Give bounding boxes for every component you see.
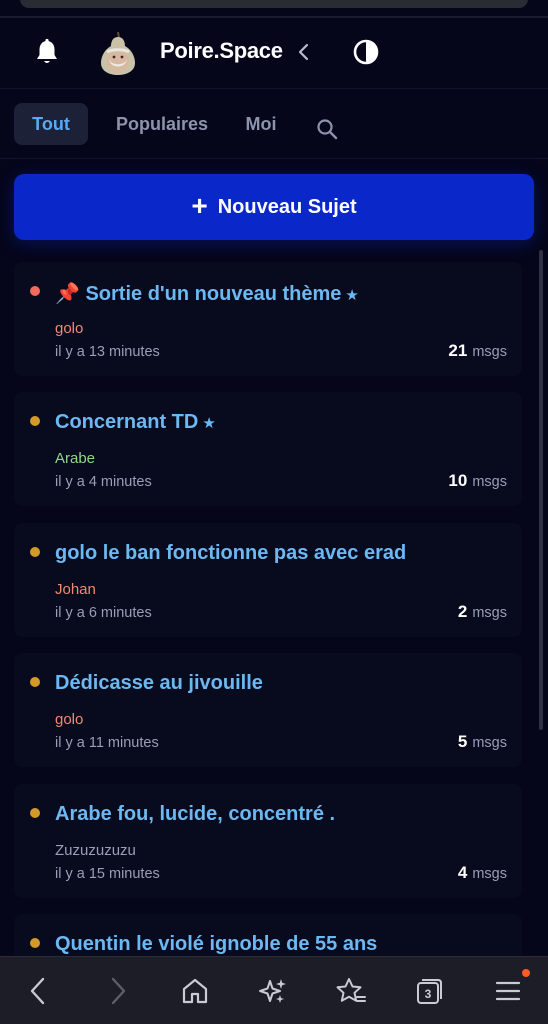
topic-title-text: Dédicasse au jivouille: [55, 672, 263, 694]
topic-title-text: Arabe fou, lucide, concentré .: [55, 803, 336, 825]
message-count-unit: msgs: [472, 866, 507, 882]
topic-title[interactable]: golo le ban fonctionne pas avec erad: [55, 542, 406, 565]
message-count: 4 msgs: [458, 863, 507, 883]
message-count: 10 msgs: [448, 471, 507, 491]
bell-icon[interactable]: [34, 38, 60, 66]
star-icon: ★: [345, 287, 359, 304]
topic-row[interactable]: golo le ban fonctionne pas avec erad Joh…: [14, 523, 522, 637]
browser-bottom-nav: 3: [0, 956, 548, 1024]
topic-title[interactable]: Quentin le violé ignoble de 55 ans: [55, 933, 377, 956]
message-count-unit: msgs: [472, 735, 507, 751]
message-count-number: 5: [457, 732, 468, 751]
star-icon: ★: [202, 415, 216, 432]
menu-icon[interactable]: [491, 974, 525, 1008]
scrollbar[interactable]: [539, 250, 543, 730]
topic-author[interactable]: golo: [55, 320, 83, 337]
topic-row[interactable]: Arabe fou, lucide, concentré . Zuzuzuzuz…: [14, 784, 522, 898]
message-count-unit: msgs: [472, 344, 507, 360]
forward-icon[interactable]: [101, 974, 135, 1008]
topic-title[interactable]: Arabe fou, lucide, concentré .: [55, 803, 335, 826]
home-icon[interactable]: [178, 974, 212, 1008]
topic-author[interactable]: Johan: [55, 581, 96, 598]
sparkle-icon[interactable]: [256, 974, 290, 1008]
pin-icon: 📌: [55, 283, 80, 305]
divider: [0, 88, 548, 89]
topic-title[interactable]: 📌 Sortie d'un nouveau thème ★: [55, 281, 359, 306]
message-count-number: 4: [457, 863, 468, 882]
new-topic-label: Nouveau Sujet: [217, 195, 357, 218]
topic-title-text: golo le ban fonctionne pas avec erad: [55, 542, 407, 564]
site-title[interactable]: Poire.Space: [160, 38, 283, 64]
message-count-unit: msgs: [472, 605, 507, 621]
chevron-left-icon[interactable]: [296, 42, 312, 62]
topic-title-text: Sortie d'un nouveau thème: [85, 283, 342, 305]
message-count-number: 21: [448, 341, 468, 360]
plus-icon: +: [191, 190, 208, 221]
topic-title[interactable]: Dédicasse au jivouille: [55, 672, 263, 695]
topic-title-text: Quentin le violé ignoble de 55 ans: [55, 933, 378, 955]
topic-row[interactable]: Concernant TD ★ Arabe il y a 4 minutes 10…: [14, 392, 522, 506]
tabs-icon[interactable]: 3: [412, 974, 446, 1008]
topic-time: il y a 4 minutes: [55, 474, 152, 490]
notification-dot: [522, 969, 530, 977]
status-dot: [30, 677, 40, 687]
page: Poire.Space Tout Populaires Moi + Nouvea…: [0, 0, 548, 1024]
message-count: 2 msgs: [458, 602, 507, 622]
pear-avatar[interactable]: [98, 28, 138, 76]
status-dot: [30, 416, 40, 426]
message-count: 21 msgs: [448, 341, 507, 361]
tab-popular[interactable]: Populaires: [106, 103, 218, 145]
back-icon[interactable]: [21, 974, 55, 1008]
message-count-number: 2: [457, 602, 468, 621]
new-topic-button[interactable]: + Nouveau Sujet: [14, 174, 534, 240]
status-dot: [30, 938, 40, 948]
message-count: 5 msgs: [458, 732, 507, 752]
topic-author[interactable]: golo: [55, 711, 83, 728]
topic-time: il y a 15 minutes: [55, 866, 160, 882]
topic-author[interactable]: Zuzuzuzuzu: [55, 842, 136, 859]
favorites-icon[interactable]: [334, 974, 368, 1008]
status-dot: [30, 547, 40, 557]
search-icon[interactable]: [312, 113, 342, 140]
tab-me[interactable]: Moi: [236, 103, 286, 145]
status-dot: [30, 808, 40, 818]
topic-time: il y a 11 minutes: [55, 735, 159, 751]
topic-time: il y a 13 minutes: [55, 344, 160, 360]
topic-row[interactable]: Dédicasse au jivouille golo il y a 11 mi…: [14, 653, 522, 767]
message-count-number: 10: [448, 471, 468, 490]
tab-count: 3: [425, 987, 432, 1001]
divider: [0, 158, 548, 159]
tab-all[interactable]: Tout: [14, 103, 88, 145]
theme-toggle-icon[interactable]: [352, 38, 380, 66]
topic-time: il y a 6 minutes: [55, 605, 152, 621]
topic-title-text: Concernant TD: [55, 411, 199, 433]
message-count-unit: msgs: [472, 474, 507, 490]
status-dot: [30, 286, 40, 296]
topic-title[interactable]: Concernant TD ★: [55, 411, 216, 434]
topic-row[interactable]: 📌 Sortie d'un nouveau thème ★ golo il y a…: [14, 262, 522, 376]
topic-author[interactable]: Arabe: [55, 450, 95, 467]
site-header: Poire.Space: [0, 18, 548, 88]
address-bar[interactable]: [20, 0, 528, 8]
